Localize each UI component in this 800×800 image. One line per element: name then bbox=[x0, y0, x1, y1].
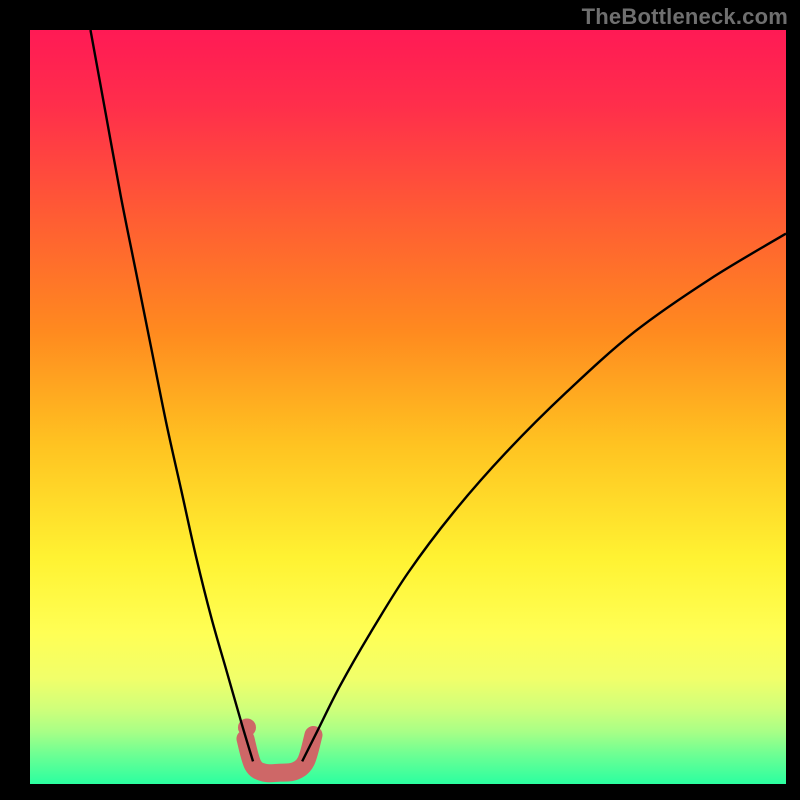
bottleneck-chart bbox=[0, 0, 800, 800]
chart-frame: TheBottleneck.com bbox=[0, 0, 800, 800]
plot-background bbox=[30, 30, 786, 784]
watermark-text: TheBottleneck.com bbox=[582, 4, 788, 30]
